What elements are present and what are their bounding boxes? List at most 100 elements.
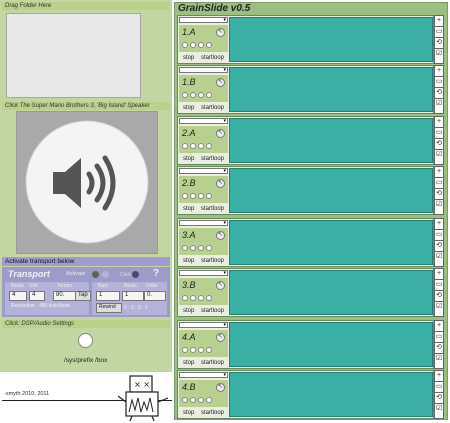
track-toggle-3[interactable] bbox=[198, 245, 204, 251]
click-toggle[interactable] bbox=[132, 271, 139, 278]
plus-icon[interactable]: + bbox=[435, 269, 443, 280]
track-toggle-1[interactable] bbox=[182, 92, 188, 98]
plus-icon[interactable]: + bbox=[435, 371, 443, 382]
plus-icon[interactable]: + bbox=[435, 66, 443, 77]
track-knob-icon[interactable]: ↖ bbox=[216, 28, 225, 37]
track-knob-icon[interactable]: ↖ bbox=[216, 179, 225, 188]
beats2-field[interactable]: 1 bbox=[122, 291, 144, 301]
track-toggle-4[interactable] bbox=[206, 193, 212, 199]
stop-button[interactable]: stop bbox=[183, 410, 194, 416]
startloop-button[interactable]: startloop bbox=[201, 360, 224, 366]
track-buffer-dropdown[interactable]: ▾ bbox=[179, 322, 228, 328]
track-buffer-dropdown[interactable]: ▾ bbox=[179, 270, 228, 276]
track-buffer-dropdown[interactable]: ▾ bbox=[179, 17, 228, 23]
track-knob-icon[interactable]: ↖ bbox=[216, 333, 225, 342]
drag-folder-dropzone[interactable] bbox=[6, 13, 141, 98]
startloop-button[interactable]: startloop bbox=[201, 258, 224, 264]
track-toggle-2[interactable] bbox=[190, 295, 196, 301]
track-toggle-2[interactable] bbox=[190, 143, 196, 149]
rectangle-icon[interactable]: ▭ bbox=[435, 178, 443, 189]
plus-icon[interactable]: + bbox=[435, 167, 443, 178]
tempo-field[interactable]: 80. bbox=[53, 291, 77, 301]
check-icon[interactable]: ☑ bbox=[435, 49, 443, 60]
rewind-icon[interactable]: ⟲ bbox=[435, 241, 443, 252]
rectangle-icon[interactable]: ▭ bbox=[435, 280, 443, 291]
track-toggle-3[interactable] bbox=[198, 42, 204, 48]
startloop-button[interactable]: startloop bbox=[201, 156, 224, 162]
units-field[interactable]: 0. bbox=[144, 291, 166, 301]
stop-button[interactable]: stop bbox=[183, 156, 194, 162]
track-toggle-4[interactable] bbox=[206, 347, 212, 353]
track-toggle-3[interactable] bbox=[198, 347, 204, 353]
rewind-icon[interactable]: ⟲ bbox=[435, 343, 443, 354]
track-toggle-1[interactable] bbox=[182, 193, 188, 199]
check-icon[interactable]: ☑ bbox=[435, 404, 443, 415]
rewind-icon[interactable]: ⟲ bbox=[435, 88, 443, 99]
waveform-display[interactable] bbox=[229, 220, 433, 265]
track-toggle-1[interactable] bbox=[182, 347, 188, 353]
rectangle-icon[interactable]: ▭ bbox=[435, 128, 443, 139]
track-toggle-3[interactable] bbox=[198, 92, 204, 98]
track-buffer-dropdown[interactable]: ▾ bbox=[179, 372, 228, 378]
check-icon[interactable]: ☑ bbox=[435, 200, 443, 211]
plus-icon[interactable]: + bbox=[435, 117, 443, 128]
track-toggle-2[interactable] bbox=[190, 42, 196, 48]
track-toggle-2[interactable] bbox=[190, 245, 196, 251]
help-button[interactable]: ? bbox=[153, 268, 159, 279]
rewind-icon[interactable]: ⟲ bbox=[435, 393, 443, 404]
track-toggle-4[interactable] bbox=[206, 143, 212, 149]
rectangle-icon[interactable]: ▭ bbox=[435, 27, 443, 38]
stop-button[interactable]: stop bbox=[183, 258, 194, 264]
waveform-display[interactable] bbox=[229, 67, 433, 112]
track-knob-icon[interactable]: ↖ bbox=[216, 383, 225, 392]
rewind-icon[interactable]: ⟲ bbox=[435, 291, 443, 302]
waveform-display[interactable] bbox=[229, 372, 433, 417]
rewind-icon[interactable]: ⟲ bbox=[435, 38, 443, 49]
track-toggle-2[interactable] bbox=[190, 92, 196, 98]
track-toggle-3[interactable] bbox=[198, 397, 204, 403]
rewind-button[interactable]: Rewind bbox=[96, 303, 122, 313]
unit-field[interactable]: 4 bbox=[29, 291, 45, 301]
waveform-display[interactable] bbox=[229, 270, 433, 315]
track-toggle-4[interactable] bbox=[206, 295, 212, 301]
track-buffer-dropdown[interactable]: ▾ bbox=[179, 220, 228, 226]
track-toggle-3[interactable] bbox=[198, 143, 204, 149]
track-toggle-4[interactable] bbox=[206, 42, 212, 48]
track-toggle-1[interactable] bbox=[182, 245, 188, 251]
track-knob-icon[interactable]: ↖ bbox=[216, 129, 225, 138]
rectangle-icon[interactable]: ▭ bbox=[435, 332, 443, 343]
track-toggle-2[interactable] bbox=[190, 193, 196, 199]
waveform-display[interactable] bbox=[229, 17, 433, 62]
startloop-button[interactable]: startloop bbox=[201, 308, 224, 314]
bars-field[interactable]: 1 bbox=[96, 291, 120, 301]
rectangle-icon[interactable]: ▭ bbox=[435, 77, 443, 88]
track-toggle-1[interactable] bbox=[182, 397, 188, 403]
startloop-button[interactable]: startloop bbox=[201, 55, 224, 61]
stop-button[interactable]: stop bbox=[183, 360, 194, 366]
activate-toggle[interactable] bbox=[92, 271, 99, 278]
startloop-button[interactable]: startloop bbox=[201, 206, 224, 212]
check-icon[interactable]: ☑ bbox=[435, 150, 443, 161]
track-toggle-4[interactable] bbox=[206, 245, 212, 251]
tap-button[interactable]: Tap bbox=[75, 291, 91, 301]
check-icon[interactable]: ☑ bbox=[435, 354, 443, 365]
track-toggle-3[interactable] bbox=[198, 193, 204, 199]
beats-field[interactable]: 4 bbox=[9, 291, 27, 301]
track-knob-icon[interactable]: ↖ bbox=[216, 281, 225, 290]
track-knob-icon[interactable]: ↖ bbox=[216, 231, 225, 240]
track-toggle-3[interactable] bbox=[198, 295, 204, 301]
track-toggle-1[interactable] bbox=[182, 143, 188, 149]
plus-icon[interactable]: + bbox=[435, 321, 443, 332]
stop-button[interactable]: stop bbox=[183, 308, 194, 314]
track-toggle-2[interactable] bbox=[190, 397, 196, 403]
track-toggle-4[interactable] bbox=[206, 92, 212, 98]
waveform-display[interactable] bbox=[229, 322, 433, 367]
track-toggle-2[interactable] bbox=[190, 347, 196, 353]
dsp-toggle[interactable] bbox=[78, 333, 93, 348]
track-knob-icon[interactable]: ↖ bbox=[216, 78, 225, 87]
startloop-button[interactable]: startloop bbox=[201, 105, 224, 111]
plus-icon[interactable]: + bbox=[435, 219, 443, 230]
check-icon[interactable]: ☑ bbox=[435, 302, 443, 313]
check-icon[interactable]: ☑ bbox=[435, 252, 443, 263]
plus-icon[interactable]: + bbox=[435, 16, 443, 27]
